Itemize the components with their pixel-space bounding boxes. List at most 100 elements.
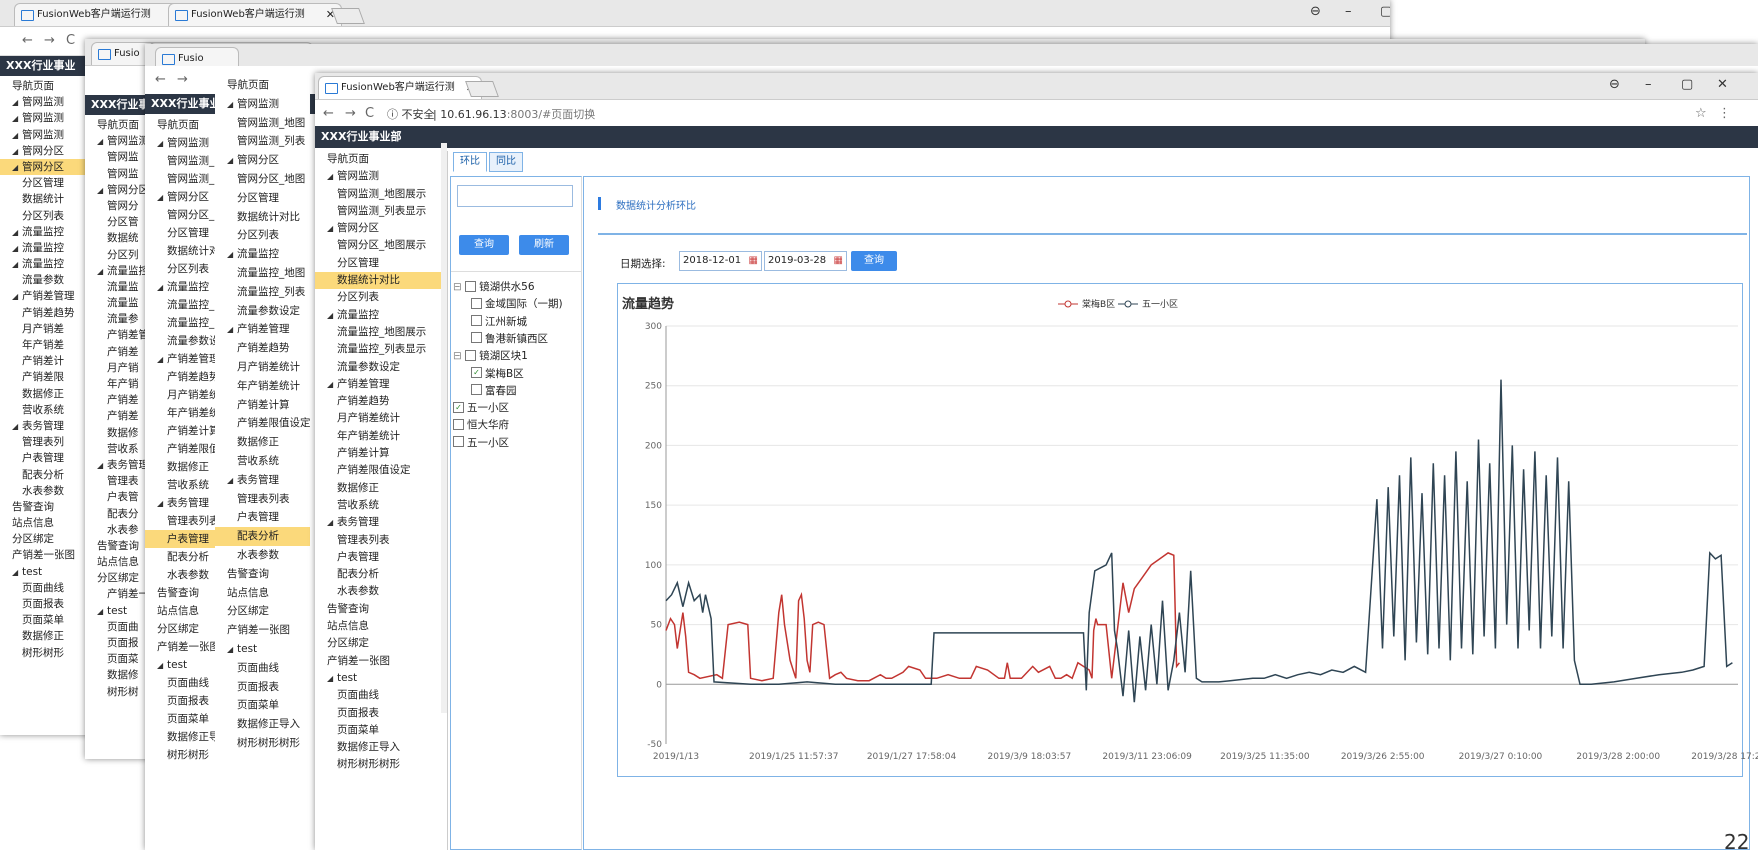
expand-arrow-icon[interactable]: ◢ (157, 657, 167, 675)
menu-item[interactable]: ◢ 管网监测 (0, 110, 86, 126)
menu-item[interactable]: 管理表列表 (215, 490, 310, 509)
menu-item[interactable]: 流量监控_ (145, 296, 215, 314)
menu-item[interactable]: 导航页面 (0, 78, 86, 94)
menu-item[interactable]: 产销差趋势 (145, 368, 215, 386)
menu-item[interactable]: 管网监测_列表 (215, 132, 310, 151)
expand-arrow-icon[interactable]: ◢ (12, 289, 22, 305)
menu-item[interactable]: ◢ 流量监控 (145, 278, 215, 296)
restore-icon[interactable]: ▢ (1681, 77, 1693, 92)
menu-item[interactable]: 产销差趋势 (0, 305, 86, 321)
menu-item[interactable]: 年产销差 (0, 337, 86, 353)
menu-item[interactable]: 站点信息 (85, 554, 145, 570)
address-bar[interactable]: ← → C ⓘ 不安全 | 10.61.96.13:8003/#页面切换 ☆ ⋮ (315, 100, 1758, 129)
tree-node[interactable]: ✓ 五一小区 (453, 400, 509, 415)
menu-item[interactable]: 户表管理 (315, 549, 447, 566)
checkbox[interactable]: ✓ (471, 367, 482, 378)
tree-node[interactable]: 江州新城 (471, 314, 527, 329)
menu-item[interactable]: 营收系 (85, 441, 145, 457)
menu-item[interactable]: ◢ 管网分区 (215, 151, 310, 170)
menu-item[interactable]: 页面菜单 (315, 722, 447, 739)
menu-item[interactable]: ◢ 管网分区 (145, 188, 215, 206)
menu-item[interactable]: 告警查询 (315, 601, 447, 618)
forward-arrow-icon[interactable]: → (44, 33, 55, 48)
expand-arrow-icon[interactable]: ◢ (12, 419, 22, 435)
menu-item[interactable]: ◢ test (215, 640, 310, 659)
expand-arrow-icon[interactable]: ◢ (327, 670, 337, 687)
calendar-icon[interactable]: ▦ (834, 252, 843, 270)
tree-node[interactable]: ⊟ 镜湖区块1 (453, 348, 528, 363)
minimize-icon[interactable]: – (1345, 4, 1352, 19)
menu-item[interactable]: 产销差一张图 (145, 638, 215, 656)
expand-arrow-icon[interactable]: ◢ (12, 95, 22, 111)
menu-item[interactable]: 导航页面 (85, 117, 145, 133)
url-text[interactable]: | 10.61.96.13:8003/#页面切换 (433, 106, 595, 122)
menu-item[interactable]: 告警查询 (215, 565, 310, 584)
menu-item[interactable]: 年产销差统计 (315, 428, 447, 445)
menu-item[interactable]: 营收系统 (315, 497, 447, 514)
checkbox[interactable] (471, 297, 482, 309)
expand-arrow-icon[interactable]: ◢ (327, 376, 337, 393)
menu-item[interactable]: 分区列表 (315, 289, 447, 306)
menu-item[interactable]: 年产销差统计 (215, 377, 310, 396)
checkbox[interactable]: ✓ (453, 401, 464, 413)
date-query-button[interactable]: 查询 (851, 251, 897, 271)
menu-item[interactable]: ◢ 产销差管理 (0, 288, 86, 304)
menu-item[interactable]: ◢ 管网监测 (145, 134, 215, 152)
menu-item[interactable]: 产销差限 (0, 369, 86, 385)
menu-item[interactable]: 站点信息 (0, 515, 86, 531)
menu-item[interactable]: 产销差 (85, 392, 145, 408)
menu-item[interactable]: 页面曲线 (145, 674, 215, 692)
expand-arrow-icon[interactable]: ◢ (12, 128, 22, 144)
date-start-input[interactable]: 2018-12-01 ▦ (679, 251, 762, 271)
menu-item[interactable]: 产销差 (85, 344, 145, 360)
menu-item[interactable]: 数据修正导入 (215, 715, 310, 734)
menu-item[interactable]: 树形树形树形 (215, 734, 310, 753)
tree-node[interactable]: 富春园 (471, 383, 517, 398)
checkbox[interactable] (465, 349, 477, 361)
tree-node[interactable]: ⊟ 镜湖供水56 (453, 279, 535, 294)
menu-item[interactable]: 水表参数 (215, 546, 310, 565)
menu-item[interactable]: 年产销差统 (145, 404, 215, 422)
expand-arrow-icon[interactable]: ◢ (97, 604, 107, 620)
expand-arrow-icon[interactable]: ◢ (12, 225, 22, 241)
expand-arrow-icon[interactable]: ◢ (327, 307, 337, 324)
menu-item[interactable]: 配表分析 (315, 566, 447, 583)
menu-item[interactable]: ◢ 产销差管理 (315, 376, 447, 393)
expand-arrow-icon[interactable]: ◢ (97, 134, 107, 150)
menu-item[interactable]: 页面报表 (145, 692, 215, 710)
expand-arrow-icon[interactable]: ◢ (12, 257, 22, 273)
menu-item[interactable]: ◢ 产销差管理 (215, 320, 310, 339)
collapse-icon[interactable]: ⊟ (453, 350, 465, 362)
tree-node[interactable]: ✓ 棠梅B区 (471, 366, 524, 381)
query-button[interactable]: 查询 (459, 235, 509, 255)
menu-item[interactable]: 树形树形树形 (315, 756, 447, 773)
expand-arrow-icon[interactable]: ◢ (97, 183, 107, 199)
menu-scrollbar[interactable] (441, 143, 447, 713)
back-arrow-icon[interactable]: ← (323, 106, 334, 121)
menu-item[interactable]: 营收系统 (215, 452, 310, 471)
menu-item[interactable]: 配表分 (85, 506, 145, 522)
menu-item[interactable]: 产销差计 (0, 353, 86, 369)
menu-item[interactable]: ◢ 管网分区 (85, 182, 145, 198)
expand-arrow-icon[interactable]: ◢ (12, 241, 22, 257)
menu-item[interactable]: 数据修正 (215, 433, 310, 452)
calendar-icon[interactable]: ▦ (749, 252, 758, 270)
menu-item[interactable]: 数据统 (85, 230, 145, 246)
menu-item[interactable]: 产销差一张图 (215, 621, 310, 640)
menu-item[interactable]: 数据修正导 (145, 728, 215, 746)
menu-item[interactable]: 管网监测_ (145, 170, 215, 188)
menu-item[interactable]: 分区管理 (145, 224, 215, 242)
menu-item[interactable]: ◢ 流量监控 (0, 256, 86, 272)
menu-item[interactable]: 年产销 (85, 376, 145, 392)
menu-item[interactable]: 页面曲线 (315, 687, 447, 704)
menu-item[interactable]: 页面菜 (85, 651, 145, 667)
expand-arrow-icon[interactable]: ◢ (157, 495, 167, 513)
menu-item[interactable]: 页面曲线 (0, 580, 86, 596)
menu-item[interactable]: 产销差一张图 (315, 653, 447, 670)
menu-item[interactable]: 月产销 (85, 360, 145, 376)
expand-arrow-icon[interactable]: ◢ (227, 246, 237, 265)
menu-item[interactable]: 水表参数 (315, 583, 447, 600)
menu-item[interactable]: 分区绑定 (315, 635, 447, 652)
menu-item[interactable]: ◢ 流量监控 (315, 307, 447, 324)
user-icon[interactable]: ⊖ (1310, 4, 1321, 19)
